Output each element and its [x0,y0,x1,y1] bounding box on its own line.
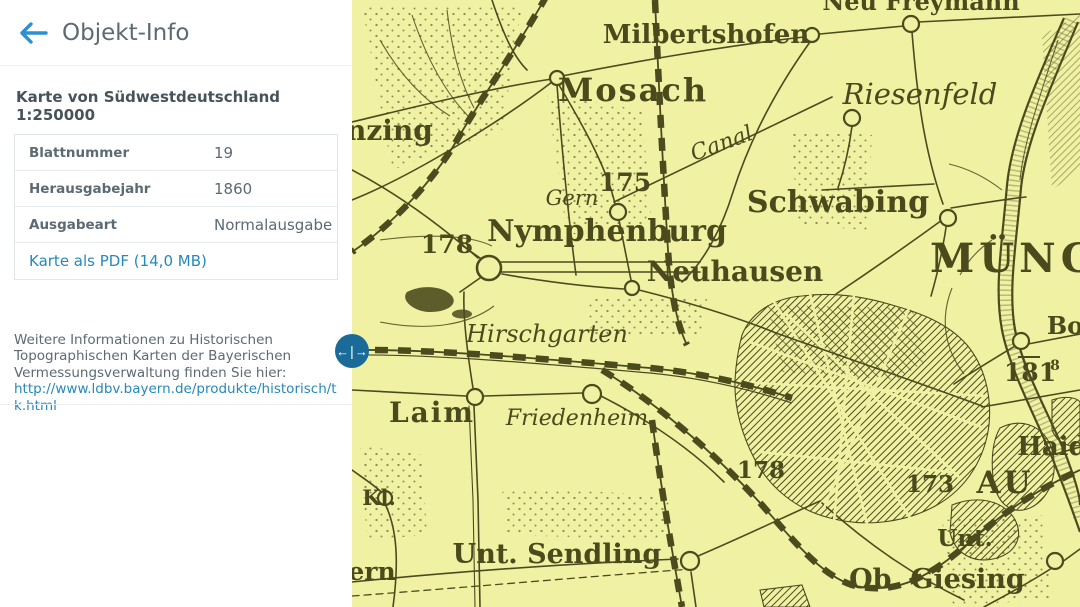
pdf-download-link[interactable]: Karte als PDF (14,0 MB) [29,252,207,270]
row-value: 19 [214,144,233,162]
map-label: Hirschgarten [465,320,628,348]
map-label: Laim [389,396,475,429]
info-text: Weitere Informationen zu Historischen To… [14,332,344,381]
back-button[interactable] [16,15,56,51]
table-row: Karte als PDF (14,0 MB) [15,243,337,279]
map-label: Milbertshofen [603,20,810,50]
table-row: Blattnummer 19 [15,135,337,171]
map-canvas: Neu Freymann Milbertshofen Mosach Riesenfel… [352,0,1080,607]
row-label: Herausgabejahr [29,181,214,197]
map-label: 181 [1004,358,1056,387]
panel-divider-line [0,404,352,405]
map-label: AU [975,465,1033,501]
map-label: ern [352,557,396,586]
map-label: 178 [421,230,473,259]
map-label: Gern [546,186,599,210]
map-label: Haid [1017,432,1080,462]
object-info-panel: Objekt-Info Karte von Südwestdeutschland… [0,0,352,607]
map-label: Ob. Giesing [849,564,1025,595]
map-label: Bo [1047,311,1080,340]
map-label: nzing [352,114,433,147]
map-label: Friedenheim [505,406,648,431]
arrow-right-icon: → [355,345,368,358]
map-label: 8 [1050,358,1060,374]
panel-header: Objekt-Info [0,0,352,66]
panel-title: Objekt-Info [62,20,189,46]
object-info-table: Blattnummer 19 Herausgabejahr 1860 Ausga… [14,134,338,280]
arrow-left-icon: ← [336,345,349,358]
map-label: Neu Freymann [822,0,1019,16]
map-label: Mosach [558,71,708,109]
map-label: Nymphenburg [487,214,727,249]
divider-bar-icon: | [350,344,354,358]
row-label: Ausgabeart [29,217,214,233]
table-row: Herausgabejahr 1860 [15,171,337,207]
row-label: Blattnummer [29,145,214,161]
row-value: Normalausgabe [214,216,332,234]
map-label: Schwabing [747,185,929,220]
panel-body: Karte von Südwestdeutschland 1:250000 Bl… [0,66,352,414]
info-url-link[interactable]: http://www.ldbv.bayern.de/produkte/histo… [14,381,344,414]
map-sheet-title: Karte von Südwestdeutschland 1:250000 [16,88,338,124]
row-value: 1860 [214,180,252,198]
table-row: Ausgabeart Normalausgabe [15,207,337,243]
historic-map-view[interactable]: Neu Freymann Milbertshofen Mosach Riesenfel… [352,0,1080,607]
map-label: Kl. [362,485,396,510]
map-label: 175 [599,168,651,197]
object-info-screen: Objekt-Info Karte von Südwestdeutschland… [0,0,1080,607]
map-label: Unt. Sendling [453,539,662,570]
back-arrow-icon [16,20,52,46]
panel-resize-handle[interactable]: ← | → [335,334,369,368]
map-label: Neuhausen [647,255,824,288]
map-label: Unt. [937,525,992,552]
map-label: 173 [906,471,954,498]
map-label: MÜNC [930,235,1080,282]
map-label: Riesenfeld [842,77,998,111]
map-label: 178 [737,457,785,484]
